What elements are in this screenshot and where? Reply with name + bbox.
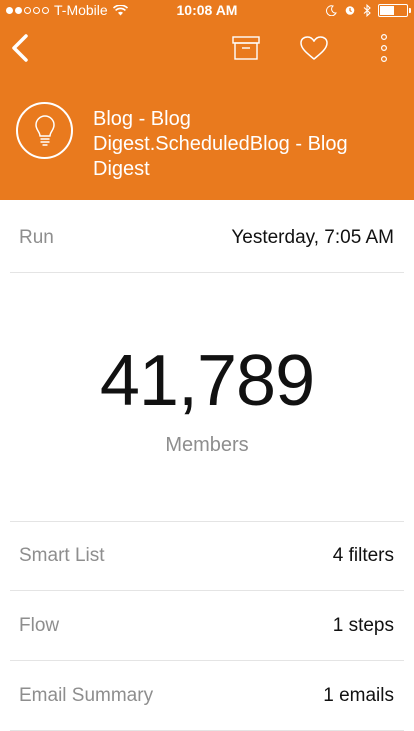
email-summary-label: Email Summary bbox=[19, 684, 154, 706]
nav-bar bbox=[0, 20, 414, 80]
email-summary-value: 1 emails bbox=[323, 684, 394, 706]
wifi-icon bbox=[112, 4, 128, 15]
flow-row[interactable]: Flow 1 steps bbox=[10, 591, 404, 661]
back-button[interactable] bbox=[2, 30, 38, 66]
status-left: T-Mobile bbox=[6, 2, 128, 18]
more-options-button[interactable] bbox=[366, 30, 402, 66]
program-title-row: Blog - Blog Digest.ScheduledBlog - Blog … bbox=[0, 92, 414, 192]
lightbulb-icon bbox=[34, 114, 55, 146]
carrier-name: T-Mobile bbox=[54, 2, 108, 18]
archive-button[interactable] bbox=[228, 30, 264, 66]
moon-icon bbox=[326, 4, 337, 16]
favorite-button[interactable] bbox=[296, 30, 332, 66]
member-count-label: Members bbox=[165, 434, 249, 456]
smart-list-label: Smart List bbox=[19, 545, 105, 566]
run-value: Yesterday, 7:05 AM bbox=[231, 226, 394, 248]
flow-value: 1 steps bbox=[332, 614, 394, 636]
status-bar: T-Mobile 10:08 AM bbox=[0, 0, 414, 20]
member-count: 41,789 bbox=[99, 341, 315, 421]
flow-label: Flow bbox=[19, 614, 60, 636]
email-summary-row[interactable]: Email Summary 1 emails bbox=[10, 661, 404, 731]
alarm-icon bbox=[345, 6, 355, 15]
smart-list-value: 4 filters bbox=[332, 545, 394, 566]
status-right bbox=[326, 3, 411, 17]
more-vertical-icon bbox=[380, 33, 388, 63]
smart-list-row[interactable]: Smart List 4 filters bbox=[10, 521, 404, 591]
header: T-Mobile 10:08 AM Blog - Blog Digest.Sch… bbox=[0, 0, 414, 200]
program-type-badge bbox=[16, 102, 73, 159]
bluetooth-icon bbox=[363, 3, 371, 17]
heart-icon bbox=[300, 36, 328, 60]
signal-strength-icon bbox=[6, 6, 49, 14]
run-row: Run Yesterday, 7:05 AM bbox=[10, 203, 404, 273]
battery-icon bbox=[378, 3, 411, 17]
program-title: Blog - Blog Digest.ScheduledBlog - Blog … bbox=[93, 108, 348, 180]
run-label: Run bbox=[19, 226, 54, 248]
archive-box-icon bbox=[232, 36, 260, 60]
back-chevron-icon bbox=[12, 34, 28, 62]
